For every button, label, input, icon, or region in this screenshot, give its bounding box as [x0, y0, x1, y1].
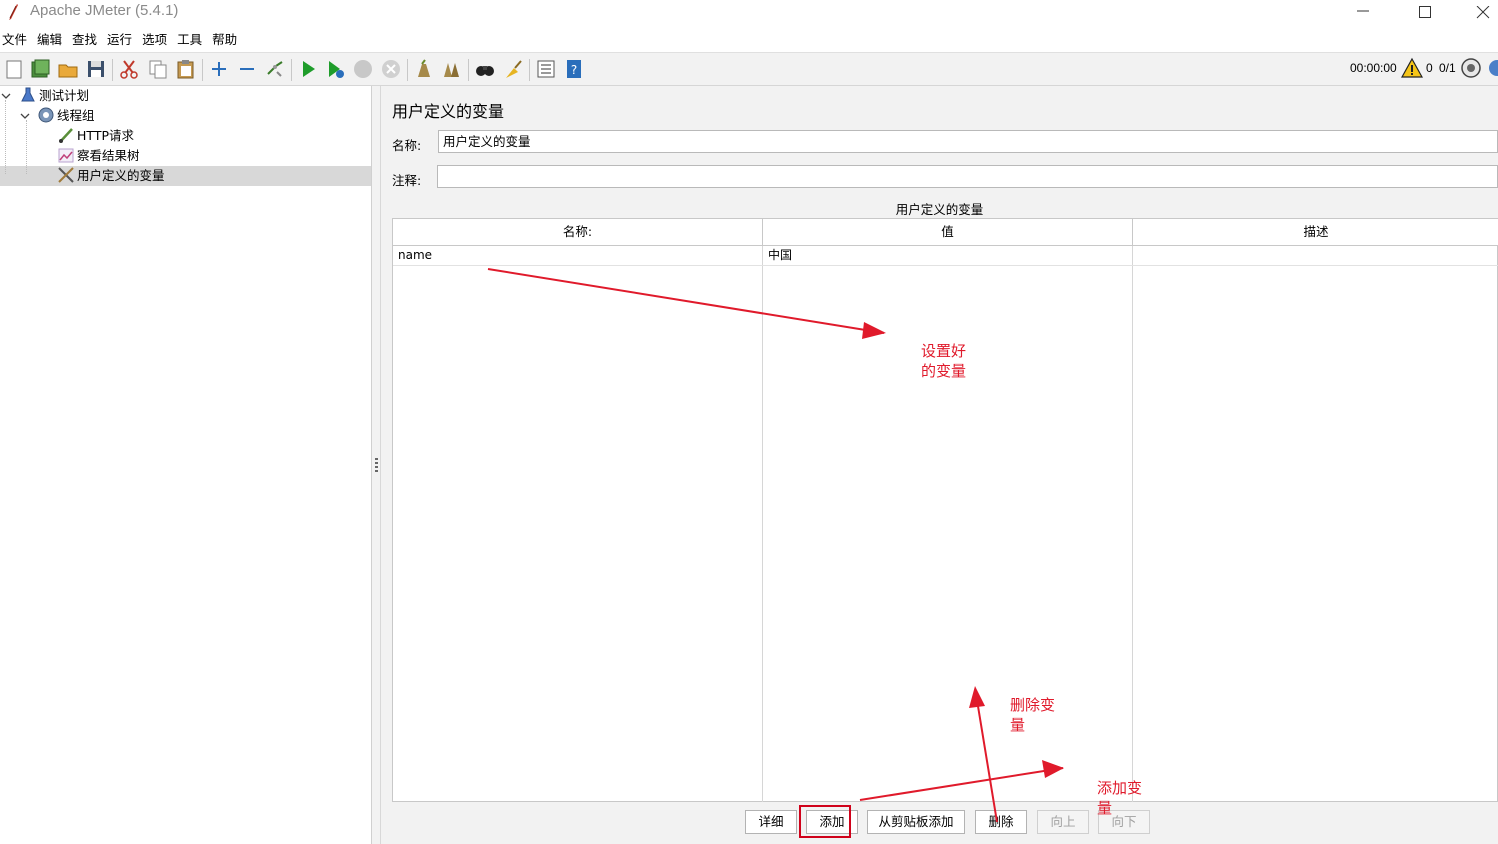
function-helper-icon[interactable]	[535, 58, 557, 80]
title-bar: Apache JMeter (5.4.1)	[0, 0, 1498, 28]
log-icon[interactable]	[1486, 57, 1498, 79]
menu-bar: 文件 编辑 查找 运行 选项 工具 帮助	[0, 30, 245, 50]
warning-icon[interactable]	[1400, 57, 1424, 79]
tree-item-test-plan[interactable]: 测试计划	[19, 86, 89, 106]
warning-count: 0	[1426, 61, 1433, 75]
chevron-down-icon[interactable]	[20, 111, 30, 121]
move-up-button[interactable]: 向上	[1037, 810, 1089, 834]
http-sampler-icon	[57, 126, 75, 144]
close-button[interactable]	[1460, 0, 1498, 28]
copy-icon[interactable]	[147, 58, 169, 80]
minimize-button[interactable]	[1340, 0, 1386, 28]
cell-value[interactable]: 中国	[763, 246, 1133, 265]
start-no-pause-icon[interactable]	[324, 58, 346, 80]
detail-button[interactable]: 详细	[745, 810, 797, 834]
menu-help[interactable]: 帮助	[210, 30, 239, 50]
annotation-line: 删除变	[1010, 696, 1056, 714]
menu-options[interactable]: 选项	[140, 30, 169, 50]
split-pane-divider[interactable]	[372, 86, 381, 844]
svg-text:?: ?	[571, 63, 577, 77]
annotation-set-variable: 设置好 的变量	[921, 341, 966, 381]
annotation-line: 添加变	[1097, 779, 1143, 797]
remote-status-icon	[1460, 57, 1482, 79]
maximize-button[interactable]	[1402, 0, 1448, 28]
add-from-clipboard-button[interactable]: 从剪贴板添加	[867, 810, 965, 834]
table-row[interactable]: name 中国	[393, 246, 1498, 266]
tree-item-label: HTTP请求	[77, 128, 134, 143]
name-label: 名称:	[392, 138, 422, 153]
tree-item-label: 测试计划	[39, 88, 90, 103]
help-icon[interactable]: ?	[563, 58, 585, 80]
delete-button[interactable]: 删除	[975, 810, 1027, 834]
thread-group-icon	[37, 106, 55, 124]
minimize-icon	[1357, 10, 1369, 12]
menu-tools[interactable]: 工具	[175, 30, 204, 50]
results-tree-icon	[57, 146, 75, 164]
tree-item-label: 线程组	[57, 108, 95, 123]
annotation-line: 量	[1010, 716, 1026, 734]
annotation-add-variable: 添加变 量	[1097, 778, 1142, 818]
new-icon[interactable]	[3, 58, 25, 80]
menu-search[interactable]: 查找	[70, 30, 99, 50]
toggle-icon[interactable]	[264, 58, 286, 80]
maximize-icon	[1419, 6, 1431, 18]
user-variables-panel: 用户定义的变量 名称: 用户定义的变量 注释: 用户定义的变量 名称: 值 描述…	[381, 86, 1498, 844]
table-caption: 用户定义的变量	[895, 202, 984, 217]
annotation-delete-variable: 删除变 量	[1010, 695, 1055, 735]
cell-description[interactable]	[1133, 246, 1498, 265]
collapse-icon[interactable]	[236, 58, 258, 80]
save-icon[interactable]	[85, 58, 107, 80]
expand-icon[interactable]	[208, 58, 230, 80]
cut-icon[interactable]	[118, 58, 140, 80]
chevron-down-icon[interactable]	[1, 91, 11, 101]
search-icon[interactable]	[474, 58, 496, 80]
table-header: 名称: 值 描述	[393, 219, 1498, 246]
elapsed-timer: 00:00:00	[1350, 61, 1397, 75]
feather-icon	[6, 3, 20, 21]
thread-count: 0/1	[1439, 61, 1456, 75]
tree-item-results-tree[interactable]: 察看结果树	[57, 146, 140, 166]
clear-icon[interactable]	[413, 58, 435, 80]
tree-item-label: 察看结果树	[77, 148, 140, 163]
panel-title: 用户定义的变量	[392, 102, 505, 121]
tree-item-http-request[interactable]: HTTP请求	[57, 126, 134, 146]
clear-all-icon[interactable]	[441, 58, 463, 80]
stop-icon[interactable]	[352, 58, 374, 80]
annotation-line: 量	[1097, 799, 1113, 817]
start-icon[interactable]	[297, 58, 319, 80]
comment-field[interactable]	[437, 165, 1498, 188]
close-icon	[1476, 6, 1490, 19]
add-button-highlight	[799, 805, 851, 838]
open-icon[interactable]	[57, 58, 79, 80]
menu-file[interactable]: 文件	[0, 30, 29, 50]
comment-label: 注释:	[392, 173, 422, 188]
column-header-name[interactable]: 名称:	[393, 219, 763, 245]
column-header-description[interactable]: 描述	[1133, 219, 1498, 245]
column-header-value[interactable]: 值	[763, 219, 1133, 245]
tree-item-thread-group[interactable]: 线程组	[37, 106, 95, 126]
test-plan-icon	[19, 86, 37, 104]
toolbar: ? 00:00:00 0 0/1	[0, 52, 1498, 86]
reset-search-icon[interactable]	[502, 58, 524, 80]
tree-item-user-variables[interactable]: 用户定义的变量	[57, 166, 165, 186]
annotation-line: 的变量	[921, 362, 967, 380]
test-plan-tree: 测试计划 线程组 HTTP请求 察看结果树 用户定义的变量	[0, 86, 372, 844]
paste-icon[interactable]	[175, 58, 197, 80]
menu-run[interactable]: 运行	[105, 30, 134, 50]
shutdown-icon[interactable]	[380, 58, 402, 80]
window-title: Apache JMeter (5.4.1)	[30, 2, 179, 19]
name-field[interactable]: 用户定义的变量	[438, 130, 1498, 153]
tree-item-label: 用户定义的变量	[77, 168, 165, 183]
tree-selection-highlight	[0, 166, 371, 186]
variables-table: 名称: 值 描述 name 中国	[392, 218, 1498, 802]
annotation-line: 设置好	[921, 342, 967, 360]
user-variables-icon	[57, 166, 75, 184]
templates-icon[interactable]	[29, 58, 51, 80]
cell-name[interactable]: name	[393, 246, 763, 265]
menu-edit[interactable]: 编辑	[35, 30, 64, 50]
